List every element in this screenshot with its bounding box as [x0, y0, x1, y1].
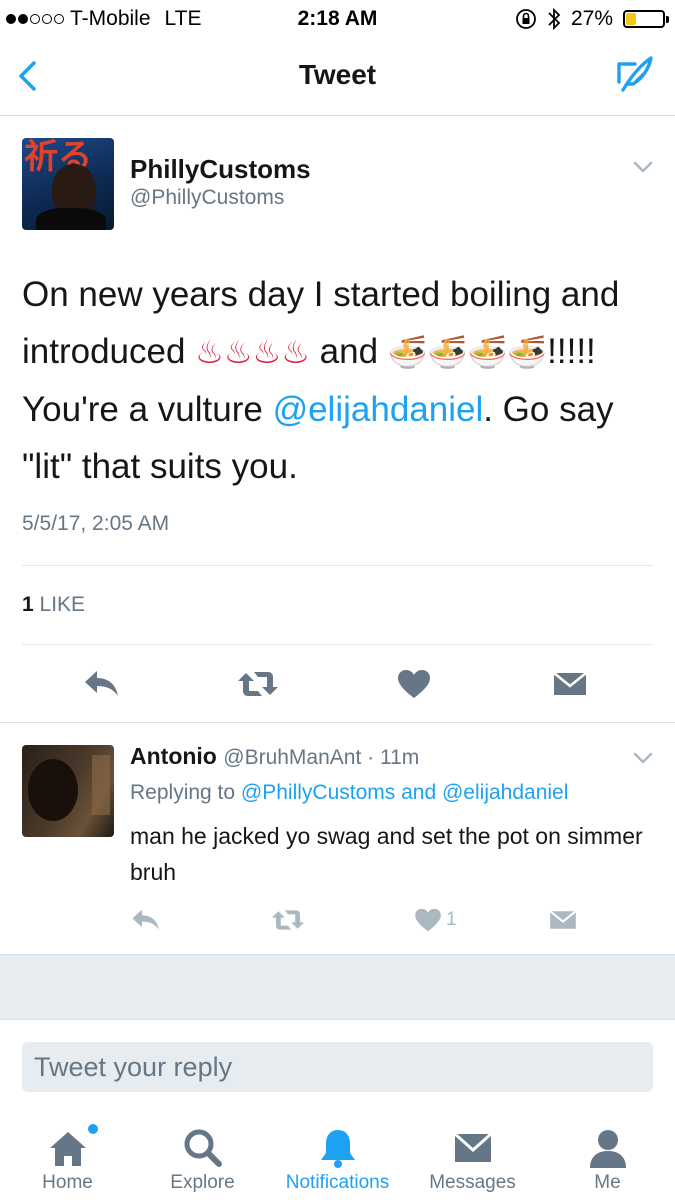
battery-icon — [623, 10, 669, 28]
tweet-text: On new years day I started boiling and i… — [22, 266, 662, 495]
replying-to: Replying to @PhillyCustoms and @elijahda… — [130, 781, 568, 805]
reply-author-handle: @BruhManAnt — [223, 746, 362, 769]
replying-and: and — [395, 781, 442, 804]
divider — [22, 644, 653, 645]
tab-label: Notifications — [285, 1172, 390, 1193]
tweet-text-part: and — [309, 332, 388, 371]
likes-count: 1 — [22, 593, 34, 616]
tweet-timestamp: 5/5/17, 2:05 AM — [22, 512, 170, 535]
like-button[interactable]: 1 — [414, 903, 457, 937]
home-icon — [49, 1132, 86, 1166]
tab-label: Explore — [170, 1172, 235, 1193]
mention-link[interactable]: @elijahdaniel — [442, 781, 568, 804]
retweet-icon — [272, 910, 304, 930]
tweet-actions — [0, 664, 675, 704]
heart-icon — [398, 670, 430, 698]
reply-button[interactable] — [82, 664, 122, 704]
separator-dot: · — [361, 746, 380, 769]
retweet-icon — [238, 672, 278, 696]
envelope-icon — [553, 671, 587, 695]
page-title: Tweet — [298, 59, 377, 90]
reply-tweet[interactable]: Antonio @BruhManAnt · 11m Replying to @P… — [0, 723, 675, 954]
likes-label: LIKE — [39, 593, 86, 616]
reply-text: man he jacked yo swag and set the pot on… — [130, 823, 643, 885]
bell-icon — [320, 1130, 355, 1168]
mention-link[interactable]: @elijahdaniel — [273, 390, 484, 429]
like-count: 1 — [446, 909, 457, 930]
orientation-lock-icon — [516, 9, 536, 29]
reply-actions: 1 — [0, 903, 675, 937]
reply-icon — [85, 671, 118, 696]
tab-me[interactable]: Me — [540, 1112, 675, 1200]
notification-dot — [88, 1124, 98, 1134]
tab-label: Messages — [429, 1172, 516, 1193]
status-bar: T-Mobile LTE 2:18 AM 27% — [0, 0, 675, 40]
likes-count-row[interactable]: 1 LIKE — [22, 593, 85, 617]
tab-bar: Home Explore Notifications Messages Me — [0, 1112, 675, 1200]
retweet-button[interactable] — [270, 903, 306, 937]
envelope-icon — [453, 1132, 492, 1162]
reply-input[interactable] — [22, 1042, 653, 1092]
reply-button[interactable] — [130, 903, 162, 937]
reply-icon — [132, 909, 159, 930]
chevron-down-icon[interactable] — [633, 160, 653, 174]
tab-label: Home — [42, 1172, 93, 1193]
section-separator — [0, 954, 675, 1020]
mention-link[interactable]: @PhillyCustoms — [241, 781, 395, 804]
tab-label: Me — [594, 1172, 621, 1193]
heart-icon — [415, 908, 441, 932]
person-icon — [589, 1130, 626, 1168]
direct-message-button[interactable] — [548, 903, 578, 937]
tab-notifications[interactable]: Notifications — [270, 1112, 405, 1200]
search-icon — [184, 1129, 222, 1167]
status-right: 27% — [515, 7, 669, 31]
hot-springs-emoji: ♨♨♨♨ — [195, 333, 310, 371]
chevron-down-icon[interactable] — [633, 751, 653, 765]
avatar[interactable] — [22, 745, 114, 837]
author-name[interactable]: PhillyCustoms — [130, 154, 311, 185]
reply-author[interactable]: Antonio @BruhManAnt · 11m — [130, 743, 419, 770]
direct-message-button[interactable] — [550, 664, 590, 704]
ramen-emoji: 🍜🍜🍜🍜 — [387, 333, 548, 371]
envelope-icon — [549, 910, 577, 929]
battery-percent: 27% — [570, 7, 613, 30]
avatar[interactable]: 祈る — [22, 138, 114, 230]
compose-icon[interactable] — [613, 52, 657, 96]
bluetooth-icon — [548, 7, 561, 31]
tab-messages[interactable]: Messages — [405, 1112, 540, 1200]
like-button[interactable] — [394, 664, 434, 704]
reply-time: 11m — [379, 746, 420, 769]
divider — [22, 565, 653, 566]
retweet-button[interactable] — [236, 664, 280, 704]
tab-explore[interactable]: Explore — [135, 1112, 270, 1200]
nav-bar: Tweet — [0, 40, 675, 116]
tab-home[interactable]: Home — [0, 1112, 135, 1200]
reply-author-name: Antonio — [130, 743, 217, 769]
replying-prefix: Replying to — [130, 781, 241, 804]
author-handle[interactable]: @PhillyCustoms — [130, 186, 284, 210]
